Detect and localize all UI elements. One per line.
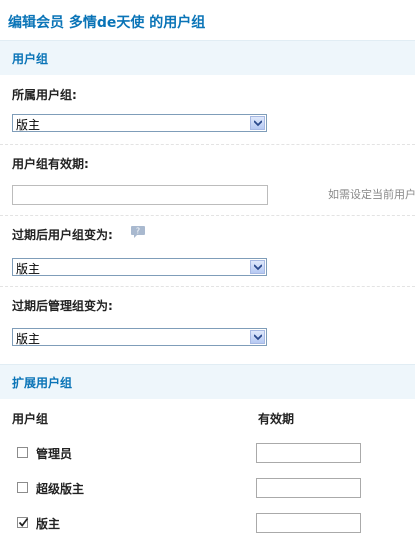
current-group-select[interactable]: 版主 [12, 114, 267, 132]
current-group-label: 所属用户组: [12, 88, 77, 102]
chevron-down-icon[interactable] [250, 330, 265, 344]
row-label: 管理员 [36, 447, 73, 461]
checkbox-super-moderator[interactable] [17, 482, 28, 493]
column-header-group: 用户组 [12, 412, 49, 426]
expiry-label: 用户组有效期: [12, 157, 89, 171]
current-group-value: 版主 [16, 118, 41, 132]
row-expiry-input[interactable] [256, 443, 361, 463]
after-expiry-admin-value: 版主 [16, 332, 41, 346]
expiry-hint: 如需设定当前用户 [328, 188, 415, 201]
row-expiry-input[interactable] [256, 478, 361, 498]
after-expiry-group-label: 过期后用户组变为: [12, 228, 113, 242]
expiry-input[interactable] [12, 185, 268, 205]
row-label: 版主 [36, 517, 61, 531]
checkbox-admin[interactable] [17, 447, 28, 458]
divider [0, 144, 415, 145]
after-expiry-group-value: 版主 [16, 262, 41, 276]
column-header-expiry: 有效期 [258, 412, 295, 426]
speech-bubble-icon[interactable]: ? [130, 225, 146, 239]
row-expiry-input[interactable] [256, 513, 361, 533]
chevron-down-icon[interactable] [250, 116, 265, 130]
section-header-extended: 扩展用户组 [0, 364, 415, 399]
divider [0, 286, 415, 287]
svg-text:?: ? [136, 227, 140, 236]
page-title: 编辑会员 多情de天使 的用户组 [8, 15, 206, 31]
row-label: 超级版主 [36, 482, 85, 496]
after-expiry-admin-label: 过期后管理组变为: [12, 299, 113, 313]
divider [0, 215, 415, 216]
checkmark-icon [18, 517, 29, 527]
section-header-label: 用户组 [12, 52, 49, 66]
section-header-label: 扩展用户组 [12, 376, 73, 390]
chevron-down-icon[interactable] [250, 260, 265, 274]
after-expiry-group-select[interactable]: 版主 [12, 258, 267, 276]
after-expiry-admin-select[interactable]: 版主 [12, 328, 267, 346]
section-header-usergroup: 用户组 [0, 40, 415, 75]
checkbox-moderator[interactable] [17, 517, 29, 528]
